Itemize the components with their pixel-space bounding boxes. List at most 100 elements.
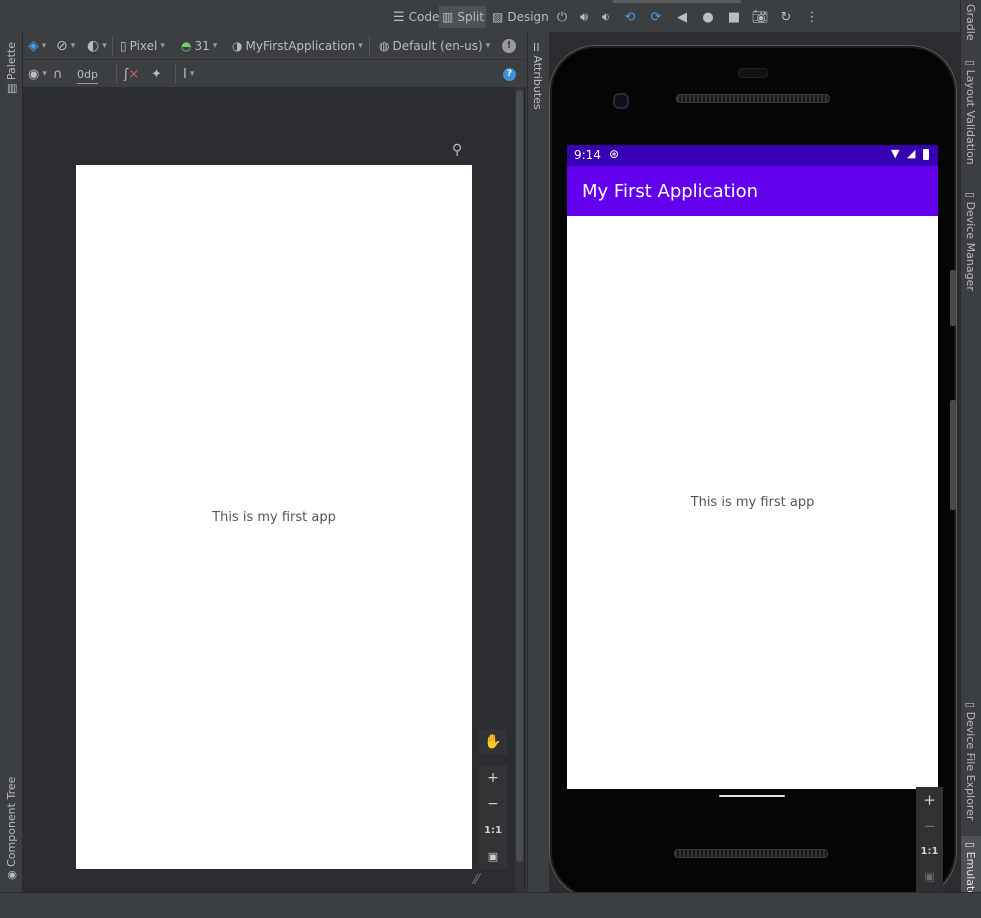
- device-screen[interactable]: This is my first app: [567, 145, 938, 789]
- sliders-icon: ⚌: [531, 42, 544, 56]
- more-options-icon[interactable]: ⋮: [803, 8, 821, 26]
- home-icon[interactable]: ●: [699, 8, 717, 26]
- rotate-icon: ⊘: [56, 38, 68, 54]
- night-mode-icon: ◐: [87, 38, 100, 54]
- attributes-label: Attributes: [531, 55, 544, 110]
- volume-down-icon[interactable]: 🔉︎: [597, 8, 615, 26]
- globe-icon: ◍: [379, 39, 390, 53]
- night-mode-button[interactable]: ◐ ▾: [87, 37, 107, 55]
- locale-label: Default (en-us): [392, 39, 483, 53]
- issues-button[interactable]: !: [502, 37, 516, 55]
- magic-wand-icon: ✦: [151, 66, 162, 82]
- zoom-in-button[interactable]: +: [479, 765, 507, 791]
- device-selector[interactable]: ▯ Pixel ▾: [120, 37, 165, 55]
- status-time: 9:14: [574, 148, 601, 162]
- code-mode-label: Code: [408, 10, 440, 24]
- device-side-button: [950, 270, 956, 326]
- app-action-bar: My First Application: [567, 166, 938, 216]
- pan-hand-button[interactable]: ✋: [479, 729, 507, 755]
- editor-mode-bar: ☰ Code ▥ Split ▨ Design: [0, 0, 549, 32]
- fit-screen-icon: ▣: [924, 870, 935, 883]
- component-tree-label: Component Tree: [5, 776, 18, 867]
- component-tree-tab[interactable]: ◉ Component Tree: [5, 777, 18, 880]
- eye-icon: ◉: [28, 66, 40, 82]
- guidelines-button[interactable]: I ▾: [183, 65, 194, 83]
- zoom-actual-size-button[interactable]: 1:1: [479, 817, 507, 843]
- preview-text-view[interactable]: This is my first app: [76, 510, 472, 525]
- palette-tab[interactable]: ▤ Palette: [5, 42, 18, 94]
- device-side-button: [950, 400, 956, 510]
- chevron-down-icon: ▾: [102, 41, 107, 51]
- hand-icon: ✋: [484, 734, 502, 750]
- chevron-down-icon: ▾: [212, 41, 218, 51]
- overview-icon[interactable]: ■: [725, 8, 743, 26]
- palette-label: Palette: [5, 42, 18, 81]
- infer-constraints-button[interactable]: ✦: [151, 65, 162, 83]
- app-title: My First Application: [582, 181, 759, 202]
- emulator-actual-size-button[interactable]: 1:1: [916, 846, 943, 864]
- chevron-down-icon: ▾: [358, 41, 363, 51]
- snapshot-icon[interactable]: ↻: [777, 8, 795, 26]
- clear-constraints-button[interactable]: ʃ×: [124, 65, 139, 83]
- theme-label: MyFirstApplication: [245, 39, 356, 53]
- chevron-down-icon: ▾: [485, 41, 491, 51]
- back-icon[interactable]: ◀: [673, 8, 691, 26]
- view-options-button[interactable]: ◉ ▾: [28, 65, 47, 83]
- zoom-one-label: 1:1: [484, 824, 502, 836]
- design-toolbar-primary: ◈ ▾ ⊘ ▾ ◐ ▾ ▯ Pixel ▾ ◓ 31 ▾ ◑ MyFirstAppli…: [23, 32, 526, 60]
- device-file-explorer-tab[interactable]: ▯ Device File Explorer: [964, 702, 977, 820]
- gesture-nav-bar[interactable]: [719, 795, 785, 797]
- emulator-zoom-controls: + − 1:1 ▣: [916, 787, 943, 893]
- zoom-to-fit-button[interactable]: ▣: [479, 843, 507, 869]
- design-mode-button[interactable]: ▨ Design: [489, 6, 552, 28]
- emulator-zoom-in-button[interactable]: +: [916, 791, 943, 813]
- power-icon[interactable]: ⏻: [553, 8, 571, 26]
- layers-icon: ◈: [28, 38, 39, 54]
- front-camera-icon: [613, 93, 629, 109]
- split-mode-label: Split: [457, 10, 484, 24]
- phone-icon: ▯: [120, 39, 127, 53]
- locale-selector[interactable]: ◍ Default (en-us) ▾: [379, 37, 490, 55]
- zoom-in-label: +: [487, 770, 499, 786]
- design-surface-button[interactable]: ◈ ▾: [28, 37, 46, 55]
- emulator-zoom-out-button[interactable]: −: [916, 817, 943, 839]
- orientation-button[interactable]: ⊘ ▾: [56, 37, 75, 55]
- camera-icon[interactable]: 📷︎: [751, 8, 769, 26]
- layout-preview[interactable]: This is my first app: [76, 165, 472, 869]
- emulator-tab-indicator: [613, 0, 741, 3]
- device-manager-label: Device Manager: [964, 201, 977, 291]
- toolbar-separator: [116, 64, 117, 84]
- signal-icon: ◢: [907, 147, 916, 160]
- rotate-right-icon[interactable]: ⟳: [647, 8, 665, 26]
- split-mode-button[interactable]: ▥ Split: [439, 6, 486, 28]
- pin-icon[interactable]: ⚲: [452, 142, 462, 158]
- device-label: Pixel: [129, 39, 158, 53]
- rotate-left-icon[interactable]: ⟲: [621, 8, 639, 26]
- gradle-tab[interactable]: Gradle: [964, 4, 977, 41]
- device-manager-tab[interactable]: ▯ Device Manager: [964, 192, 977, 291]
- default-margin-button[interactable]: 0dp: [77, 65, 98, 84]
- layout-validation-tab[interactable]: ▯ Layout Validation: [964, 60, 977, 165]
- device-file-explorer-icon: ▯: [964, 702, 977, 712]
- device-file-explorer-label: Device File Explorer: [964, 711, 977, 821]
- code-lines-icon: ☰: [393, 9, 405, 25]
- magnet-off-icon: ∩: [53, 66, 63, 82]
- battery-icon: [923, 149, 929, 160]
- zoom-out-button[interactable]: −: [479, 791, 507, 817]
- theme-selector[interactable]: ◑ MyFirstApplication ▾: [232, 37, 363, 55]
- api-level-label: 31: [194, 39, 210, 53]
- volume-up-icon[interactable]: 🔊︎: [575, 8, 593, 26]
- emulator-fit-screen-button[interactable]: ▣: [916, 870, 943, 888]
- api-level-selector[interactable]: ◓ 31 ▾: [181, 37, 217, 55]
- attributes-tab[interactable]: ⚌ Attributes: [531, 42, 544, 110]
- help-button[interactable]: ?: [503, 65, 516, 83]
- attributes-strip: ⚌ Attributes: [527, 32, 548, 892]
- autoconnect-button[interactable]: ∩: [53, 65, 63, 83]
- code-mode-button[interactable]: ☰ Code: [390, 6, 442, 28]
- margin-value: 0dp: [77, 67, 98, 81]
- clear-constraints-icon: ʃ×: [124, 66, 140, 82]
- device-manager-icon: ▯: [964, 192, 977, 202]
- canvas-scroll-thumb[interactable]: [516, 90, 523, 862]
- resize-handle-icon[interactable]: ⁄⁄: [474, 872, 479, 888]
- chevron-down-icon: ▾: [189, 69, 195, 79]
